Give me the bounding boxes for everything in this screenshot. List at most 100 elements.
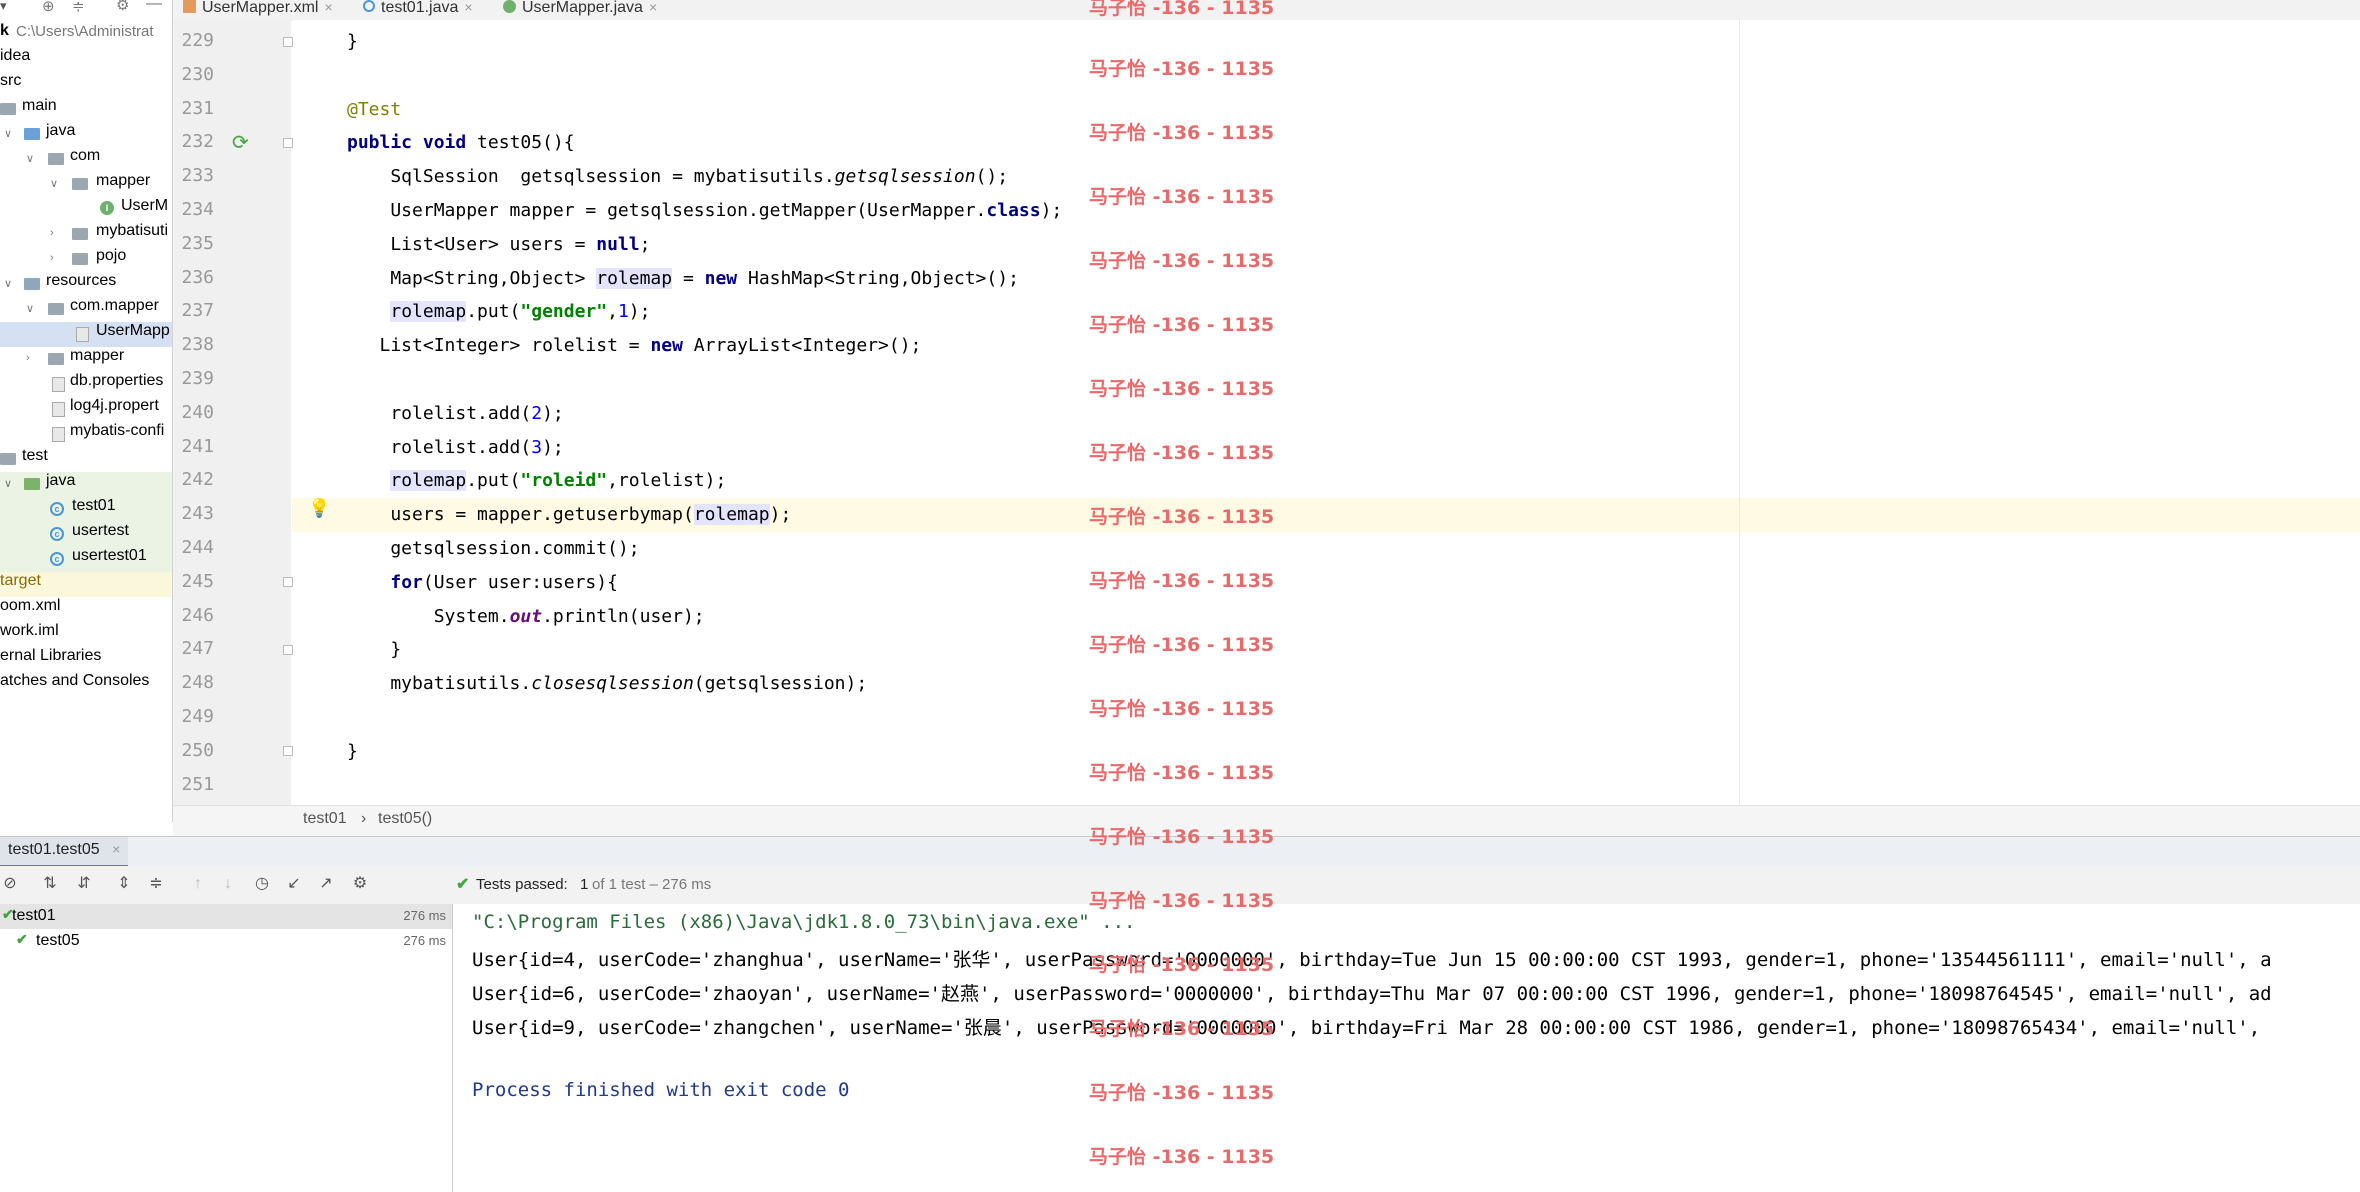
fold-marker-icon[interactable] — [283, 645, 293, 655]
tree-item-label: java — [46, 472, 76, 489]
test-results-tree: ✔ test01 276 ms ✔ test05 276 ms — [0, 904, 453, 1192]
tree-item-label: src — [0, 72, 22, 89]
minimize-icon[interactable]: — — [146, 0, 162, 13]
collapse-all-icon[interactable]: ≑ — [146, 874, 166, 894]
line-number: 244 — [181, 537, 214, 558]
watermark: 马子怡 -136 - 1135 — [1089, 762, 1275, 784]
watermark: 马子怡 -136 - 1135 — [1089, 698, 1275, 720]
chevron-right-icon[interactable]: › — [26, 352, 30, 364]
chevron-down-icon[interactable]: ∨ — [4, 127, 12, 140]
close-icon[interactable]: × — [464, 0, 472, 15]
tree-item-com-mapper[interactable]: ∨ com.mapper — [0, 297, 172, 322]
tree-item-test-java[interactable]: ∨ java — [0, 472, 172, 497]
tree-item-main[interactable]: main — [0, 97, 172, 122]
line-number: 231 — [181, 98, 214, 119]
tree-item-label: ernal Libraries — [0, 647, 102, 664]
tree-item-mybatisutils[interactable]: › mybatisuti — [0, 222, 172, 247]
fold-marker-icon[interactable] — [283, 138, 293, 148]
test-row[interactable]: ✔ test01 276 ms — [0, 904, 452, 929]
tab-usermapper-java[interactable]: UserMapper.java × — [503, 0, 657, 20]
xml-file-icon — [183, 0, 196, 13]
chevron-right-icon[interactable]: › — [50, 227, 54, 239]
line-number: 235 — [181, 233, 214, 254]
tree-item-db-properties[interactable]: db.properties — [0, 372, 172, 397]
console-line: Process finished with exit code 0 — [472, 1079, 850, 1101]
tree-item-target[interactable]: target — [0, 572, 172, 597]
tree-item-pojo[interactable]: › pojo — [0, 247, 172, 272]
sort-alpha-icon[interactable]: ⇅ — [40, 874, 60, 894]
project-root-row[interactable]: k C:\Users\Administrat — [0, 22, 172, 47]
chevron-down-icon[interactable]: ∨ — [26, 152, 34, 165]
run-test-icon[interactable]: ⟳ — [232, 130, 249, 155]
expand-all-icon[interactable]: ⇕ — [114, 874, 134, 894]
tab-usermapper-xml[interactable]: UserMapper.xml × — [183, 0, 333, 20]
run-tab[interactable]: test01.test05 × — [0, 837, 129, 868]
close-icon[interactable]: × — [649, 0, 657, 15]
watermark: 马子怡 -136 - 1135 — [1089, 250, 1275, 272]
lightbulb-icon[interactable]: 💡 — [308, 498, 330, 519]
arrow-down-icon[interactable]: ↓ — [218, 874, 238, 894]
tree-item-test01[interactable]: c test01 — [0, 497, 172, 522]
tree-item-test[interactable]: test — [0, 447, 172, 472]
chevron-down-icon[interactable]: ∨ — [26, 302, 34, 315]
watermark: 马子怡 -136 - 1135 — [1089, 506, 1275, 528]
tree-item-mapper[interactable]: ∨ mapper — [0, 172, 172, 197]
tab-label: UserMapper.java — [522, 0, 643, 16]
tree-item-usertest[interactable]: c usertest — [0, 522, 172, 547]
resources-folder-icon — [24, 278, 40, 290]
fold-marker-icon[interactable] — [283, 577, 293, 587]
gear-icon[interactable]: ⚙ — [116, 0, 129, 14]
tree-item-resources[interactable]: ∨ resources — [0, 272, 172, 297]
locate-icon[interactable]: ⊕ — [42, 0, 55, 15]
watermark: 马子怡 -136 - 1135 — [1089, 890, 1275, 912]
tree-item-scratches[interactable]: atches and Consoles — [0, 672, 172, 697]
watermark: 马子怡 -136 - 1135 — [1089, 954, 1275, 976]
tree-item-external-libraries[interactable]: ernal Libraries — [0, 647, 172, 672]
arrow-up-icon[interactable]: ↑ — [188, 874, 208, 894]
history-icon[interactable]: ◷ — [252, 874, 272, 894]
console-line: User{id=9, userCode='zhangchen', userNam… — [472, 1017, 2272, 1039]
test-name: test01 — [12, 907, 56, 924]
test-row[interactable]: ✔ test05 276 ms — [0, 929, 452, 954]
fold-marker-icon[interactable] — [283, 746, 293, 756]
import-icon[interactable]: ↙ — [284, 874, 304, 894]
chevron-down-icon[interactable]: ∨ — [4, 277, 12, 290]
status-prefix: Tests passed: — [476, 876, 568, 893]
breadcrumb-method[interactable]: test05() — [378, 810, 432, 828]
tree-item-usermapper-xml[interactable]: UserMapp — [0, 322, 172, 347]
watermark: 马子怡 -136 - 1135 — [1089, 570, 1275, 592]
line-number: 248 — [181, 672, 214, 693]
code-line: for(User user:users){ — [390, 572, 618, 593]
tree-item-mapper-res[interactable]: › mapper — [0, 347, 172, 372]
tree-item-log4j[interactable]: log4j.propert — [0, 397, 172, 422]
stop-icon[interactable]: ⊘ — [0, 874, 20, 894]
line-number: 232 — [181, 131, 214, 152]
export-icon[interactable]: ↗ — [316, 874, 336, 894]
fold-marker-icon[interactable] — [283, 37, 293, 47]
watermark: 马子怡 -136 - 1135 — [1089, 314, 1275, 336]
tree-item-label: pojo — [96, 247, 127, 264]
class-icon: c — [50, 552, 64, 566]
collapse-icon[interactable]: ≑ — [72, 0, 85, 15]
tree-item-idea[interactable]: idea — [0, 47, 172, 72]
watermark: 马子怡 -136 - 1135 — [1089, 122, 1275, 144]
sort-duration-icon[interactable]: ⇵ — [74, 874, 94, 894]
tree-item-usertest01[interactable]: c usertest01 — [0, 547, 172, 572]
gear-icon[interactable]: ⚙ — [350, 874, 370, 894]
dropdown-icon[interactable]: ▾ — [0, 0, 7, 14]
chevron-down-icon[interactable]: ∨ — [4, 477, 12, 490]
close-icon[interactable]: × — [324, 0, 332, 15]
tree-item-src[interactable]: src — [0, 72, 172, 97]
tree-item-usermapper-interface[interactable]: I UserM — [0, 197, 172, 222]
tree-item-iml[interactable]: work.iml — [0, 622, 172, 647]
breadcrumb-class[interactable]: test01 — [303, 810, 347, 828]
class-icon: c — [50, 502, 64, 516]
tree-item-pom[interactable]: oom.xml — [0, 597, 172, 622]
chevron-down-icon[interactable]: ∨ — [50, 177, 58, 190]
chevron-right-icon[interactable]: › — [50, 252, 54, 264]
tree-item-com[interactable]: ∨ com — [0, 147, 172, 172]
close-icon[interactable]: × — [112, 841, 120, 857]
tree-item-java[interactable]: ∨ java — [0, 122, 172, 147]
test-time: 276 ms — [403, 908, 446, 923]
tree-item-mybatis-config[interactable]: mybatis-confi — [0, 422, 172, 447]
